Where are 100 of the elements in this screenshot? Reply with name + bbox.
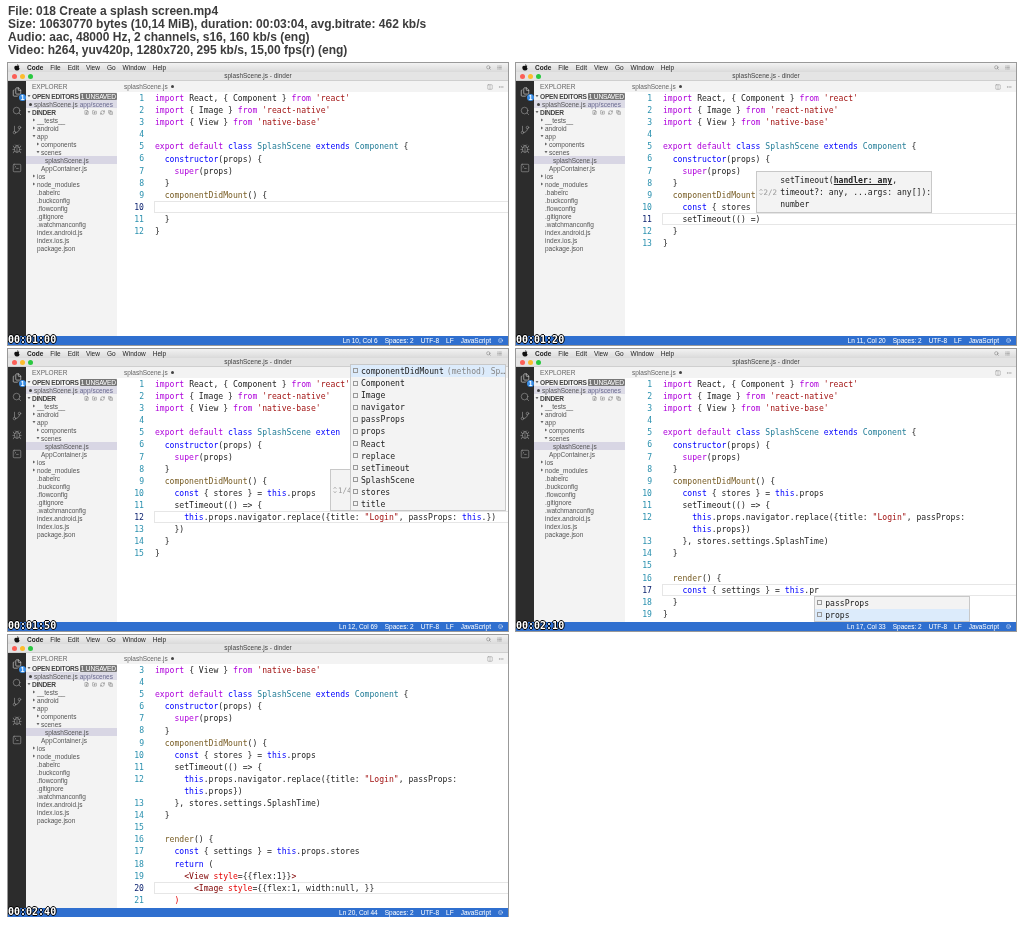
- caret-icon[interactable]: [544, 142, 548, 146]
- branch-icon[interactable]: [12, 125, 22, 135]
- more-icon[interactable]: [1006, 369, 1012, 376]
- more-icon[interactable]: [498, 655, 504, 662]
- zoom-button[interactable]: [28, 74, 33, 79]
- caret-icon[interactable]: [32, 404, 36, 408]
- up-down-arrows-icon[interactable]: [333, 486, 337, 495]
- split-editor-icon[interactable]: [487, 655, 493, 662]
- smiley-icon[interactable]: [1006, 338, 1011, 343]
- caret-icon[interactable]: [540, 460, 544, 464]
- caret-icon[interactable]: [535, 396, 539, 400]
- smiley-icon[interactable]: [1006, 624, 1011, 629]
- bug-icon[interactable]: [12, 430, 22, 440]
- caret-icon[interactable]: [544, 436, 548, 440]
- new-file-icon[interactable]: [84, 109, 89, 115]
- caret-icon[interactable]: [32, 706, 36, 710]
- caret-icon[interactable]: [32, 134, 36, 138]
- caret-icon[interactable]: [540, 182, 544, 186]
- new-folder-icon[interactable]: [600, 395, 605, 401]
- bug-icon[interactable]: [520, 144, 530, 154]
- caret-icon[interactable]: [540, 404, 544, 408]
- caret-icon[interactable]: [32, 182, 36, 186]
- branch-icon[interactable]: [520, 411, 530, 421]
- suggestion-item[interactable]: setTimeout: [351, 461, 505, 474]
- refresh-icon[interactable]: [100, 109, 105, 115]
- more-icon[interactable]: [1006, 83, 1012, 90]
- zoom-button[interactable]: [536, 74, 541, 79]
- collapse-icon[interactable]: [616, 395, 621, 401]
- search-icon[interactable]: [12, 678, 22, 688]
- files-icon[interactable]: [520, 87, 530, 97]
- caret-icon[interactable]: [540, 420, 544, 424]
- apple-icon[interactable]: [522, 350, 528, 357]
- zoom-button[interactable]: [28, 646, 33, 651]
- caret-icon[interactable]: [32, 174, 36, 178]
- bug-icon[interactable]: [12, 716, 22, 726]
- close-button[interactable]: [520, 360, 525, 365]
- search-icon[interactable]: [486, 351, 491, 356]
- terminal-icon[interactable]: [12, 449, 22, 459]
- caret-icon[interactable]: [36, 436, 40, 440]
- search-icon[interactable]: [486, 65, 491, 70]
- terminal-icon[interactable]: [12, 735, 22, 745]
- caret-icon[interactable]: [535, 94, 539, 98]
- split-editor-icon[interactable]: [995, 83, 1001, 90]
- caret-icon[interactable]: [36, 714, 40, 718]
- caret-icon[interactable]: [535, 380, 539, 384]
- files-icon[interactable]: [12, 87, 22, 97]
- refresh-icon[interactable]: [100, 681, 105, 687]
- search-icon[interactable]: [12, 392, 22, 402]
- search-icon[interactable]: [994, 351, 999, 356]
- new-file-icon[interactable]: [84, 681, 89, 687]
- caret-icon[interactable]: [32, 118, 36, 122]
- suggestion-item[interactable]: passProps: [815, 596, 970, 609]
- caret-icon[interactable]: [544, 428, 548, 432]
- caret-icon[interactable]: [32, 746, 36, 750]
- suggestion-item[interactable]: passProps: [351, 413, 505, 426]
- caret-icon[interactable]: [36, 150, 40, 154]
- suggestion-item[interactable]: props: [815, 608, 970, 621]
- new-folder-icon[interactable]: [600, 109, 605, 115]
- caret-icon[interactable]: [540, 468, 544, 472]
- caret-icon[interactable]: [32, 420, 36, 424]
- new-file-icon[interactable]: [84, 395, 89, 401]
- caret-icon[interactable]: [27, 682, 31, 686]
- caret-icon[interactable]: [32, 754, 36, 758]
- files-icon[interactable]: [520, 373, 530, 383]
- suggestion-item[interactable]: Component: [351, 377, 505, 390]
- close-button[interactable]: [12, 74, 17, 79]
- caret-icon[interactable]: [540, 118, 544, 122]
- split-editor-icon[interactable]: [487, 83, 493, 90]
- zoom-button[interactable]: [536, 360, 541, 365]
- new-folder-icon[interactable]: [92, 395, 97, 401]
- suggestion-item[interactable]: replace: [351, 449, 505, 462]
- caret-icon[interactable]: [540, 134, 544, 138]
- caret-icon[interactable]: [36, 722, 40, 726]
- suggestion-item[interactable]: navigator: [351, 401, 505, 414]
- search-icon[interactable]: [12, 106, 22, 116]
- new-folder-icon[interactable]: [92, 109, 97, 115]
- collapse-icon[interactable]: [108, 681, 113, 687]
- files-icon[interactable]: [12, 373, 22, 383]
- smiley-icon[interactable]: [498, 624, 503, 629]
- close-button[interactable]: [12, 646, 17, 651]
- new-folder-icon[interactable]: [92, 681, 97, 687]
- suggestion-item[interactable]: title: [351, 497, 505, 511]
- branch-icon[interactable]: [520, 125, 530, 135]
- caret-icon[interactable]: [540, 174, 544, 178]
- collapse-icon[interactable]: [108, 395, 113, 401]
- caret-icon[interactable]: [27, 666, 31, 670]
- apple-icon[interactable]: [14, 350, 20, 357]
- caret-icon[interactable]: [32, 690, 36, 694]
- new-file-icon[interactable]: [592, 395, 597, 401]
- bug-icon[interactable]: [12, 144, 22, 154]
- caret-icon[interactable]: [27, 396, 31, 400]
- search-icon[interactable]: [486, 637, 491, 642]
- suggestion-item[interactable]: props: [351, 425, 505, 438]
- apple-icon[interactable]: [14, 64, 20, 71]
- caret-icon[interactable]: [535, 110, 539, 114]
- caret-icon[interactable]: [540, 126, 544, 130]
- terminal-icon[interactable]: [12, 163, 22, 173]
- search-icon[interactable]: [520, 392, 530, 402]
- caret-icon[interactable]: [36, 142, 40, 146]
- branch-icon[interactable]: [12, 411, 22, 421]
